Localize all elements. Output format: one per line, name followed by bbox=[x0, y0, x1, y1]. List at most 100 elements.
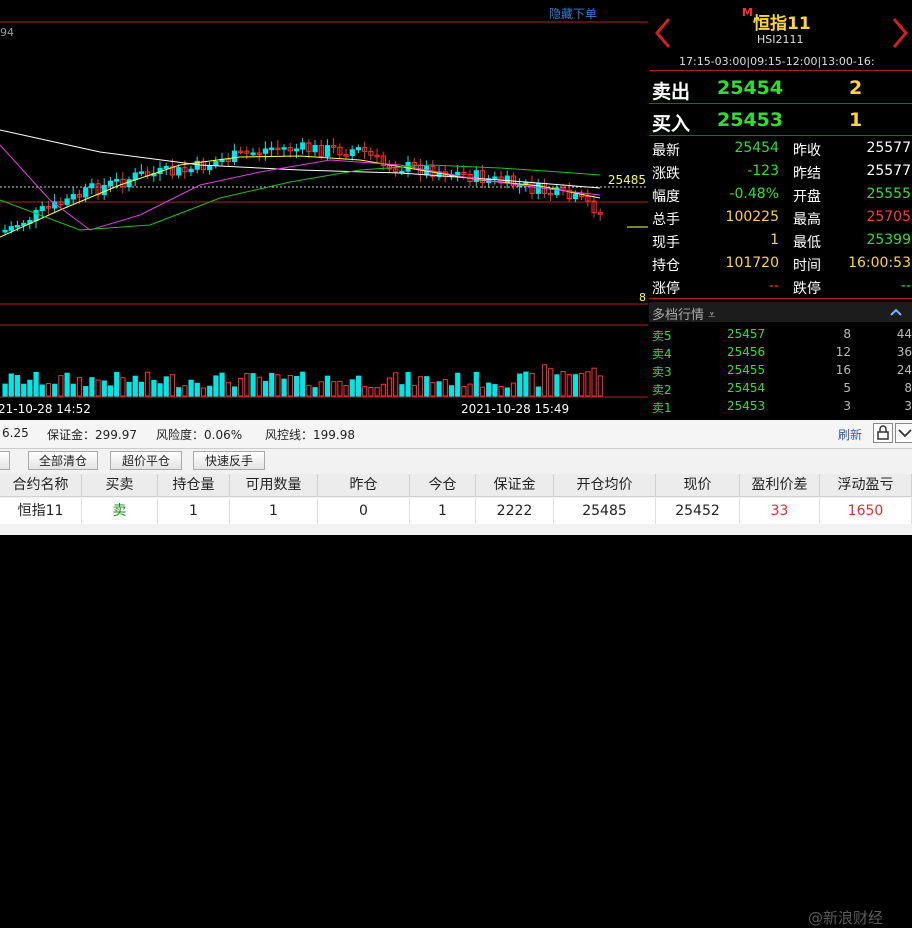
depth-price[interactable]: 25453 bbox=[727, 399, 765, 413]
depth-price[interactable]: 25457 bbox=[727, 327, 765, 341]
collapse-button[interactable] bbox=[895, 423, 912, 443]
candle bbox=[213, 161, 219, 166]
volume-bar bbox=[101, 380, 107, 397]
volume-bar bbox=[455, 372, 461, 397]
candle bbox=[83, 187, 89, 198]
volume-bar bbox=[213, 375, 219, 397]
chevron-up-icon[interactable] bbox=[889, 307, 903, 317]
divider bbox=[649, 298, 912, 299]
field-value: -- bbox=[900, 278, 911, 294]
candle bbox=[262, 148, 269, 154]
field-label: 最高 bbox=[793, 212, 821, 228]
column-header[interactable]: 合约名称 bbox=[0, 474, 82, 497]
volume-bar bbox=[331, 381, 337, 397]
partial-button[interactable] bbox=[0, 451, 10, 470]
depth-level: 卖4 bbox=[652, 347, 672, 361]
depth-qty: 12 bbox=[835, 345, 851, 359]
volume-bar bbox=[306, 384, 312, 397]
volume-bar bbox=[182, 385, 188, 397]
volume-bar bbox=[572, 374, 579, 397]
column-header[interactable]: 保证金 bbox=[476, 474, 554, 497]
volume-bar bbox=[21, 383, 27, 397]
column-header[interactable]: 可用数量 bbox=[230, 474, 318, 497]
price-level-label: 25485 bbox=[608, 173, 646, 187]
field-label: 持仓 bbox=[652, 258, 680, 274]
prev-contract-icon[interactable] bbox=[653, 16, 673, 50]
volume-bar bbox=[176, 387, 182, 397]
quick-reverse-button[interactable]: 快速反手 bbox=[193, 451, 265, 470]
depth-header[interactable]: 多档行情 ⩡ bbox=[649, 302, 912, 323]
volume-bar bbox=[300, 371, 306, 397]
volume-bar bbox=[287, 374, 293, 397]
column-header[interactable]: 今仓 bbox=[410, 474, 476, 497]
volume-bar bbox=[597, 375, 603, 397]
field-value: 25577 bbox=[866, 140, 911, 156]
candle bbox=[126, 179, 132, 188]
field-value: 25577 bbox=[866, 163, 911, 179]
kline-chart[interactable]: 94 25485 8 21-10-28 14:52 2021-10-28 15:49 隐… bbox=[0, 0, 648, 420]
column-header[interactable]: 开仓均价 bbox=[554, 474, 656, 497]
candle bbox=[492, 176, 498, 180]
candle bbox=[269, 147, 275, 151]
field-value: -- bbox=[768, 278, 779, 294]
volume-bar bbox=[374, 387, 380, 397]
ma-line bbox=[0, 155, 601, 238]
depth-count: 44 bbox=[896, 327, 912, 341]
volume-bar bbox=[523, 371, 529, 397]
depth-level: 卖5 bbox=[652, 329, 672, 343]
chevron-down-icon bbox=[898, 429, 912, 438]
candle bbox=[231, 150, 238, 163]
buy-label: 买入 bbox=[652, 113, 691, 135]
volume-bar bbox=[45, 383, 52, 397]
table-cell: 1 bbox=[158, 498, 230, 524]
depth-price[interactable]: 25455 bbox=[727, 363, 765, 377]
table-cell: 25485 bbox=[554, 498, 656, 524]
column-header[interactable]: 买卖 bbox=[82, 474, 158, 497]
volume-bar bbox=[207, 385, 213, 397]
volume-bar bbox=[424, 376, 430, 397]
volume-bar bbox=[486, 382, 492, 397]
candle bbox=[64, 198, 70, 205]
volume-bar bbox=[529, 372, 535, 397]
depth-qty: 8 bbox=[843, 327, 851, 341]
super-price-close-button[interactable]: 超价平仓 bbox=[110, 451, 182, 470]
volume-bar bbox=[194, 382, 200, 397]
lock-icon bbox=[877, 425, 889, 440]
volume-bar bbox=[554, 374, 560, 397]
volume-bar bbox=[473, 371, 479, 397]
next-contract-icon[interactable] bbox=[890, 16, 910, 50]
column-header[interactable]: 昨仓 bbox=[318, 474, 410, 497]
table-cell: 1 bbox=[410, 498, 476, 524]
volume-bar bbox=[64, 372, 70, 397]
field-label: 涨跌 bbox=[652, 166, 680, 182]
volume-bar bbox=[107, 385, 114, 397]
close-all-button[interactable]: 全部清仓 bbox=[28, 451, 98, 470]
risk-control-line: 风控线：199.98 bbox=[265, 428, 355, 442]
trading-hours: 17:15-03:00|09:15-12:00|13:00-16: bbox=[679, 55, 875, 68]
volume-bar bbox=[467, 383, 473, 397]
volume-bar bbox=[275, 374, 281, 397]
depth-price[interactable]: 25456 bbox=[727, 345, 765, 359]
volume-bar bbox=[517, 373, 523, 397]
refresh-link[interactable]: 刷新 bbox=[838, 426, 862, 443]
buy-price[interactable]: 25453 bbox=[717, 109, 783, 131]
volume-bar bbox=[120, 377, 126, 397]
contract-title: 恒指11 bbox=[753, 14, 811, 34]
column-header[interactable]: 现价 bbox=[656, 474, 740, 497]
volume-bar bbox=[2, 383, 8, 397]
volume-bar bbox=[157, 383, 163, 397]
time-label-left: 21-10-28 14:52 bbox=[0, 402, 91, 416]
column-header[interactable]: 盈利价差 bbox=[740, 474, 820, 497]
depth-count: 36 bbox=[896, 345, 912, 359]
depth-price[interactable]: 25454 bbox=[727, 381, 765, 395]
volume-bar bbox=[343, 384, 349, 397]
depth-level: 卖3 bbox=[652, 365, 672, 379]
volume-bar bbox=[541, 364, 548, 397]
field-value: 101720 bbox=[725, 255, 779, 271]
field-label: 涨停 bbox=[652, 281, 680, 297]
lock-button[interactable] bbox=[873, 423, 893, 443]
hide-order-link[interactable]: 隐藏下单 bbox=[549, 5, 597, 22]
column-header[interactable]: 浮动盈亏 bbox=[820, 474, 912, 497]
column-header[interactable]: 持仓量 bbox=[158, 474, 230, 497]
sell-price[interactable]: 25454 bbox=[717, 77, 783, 99]
